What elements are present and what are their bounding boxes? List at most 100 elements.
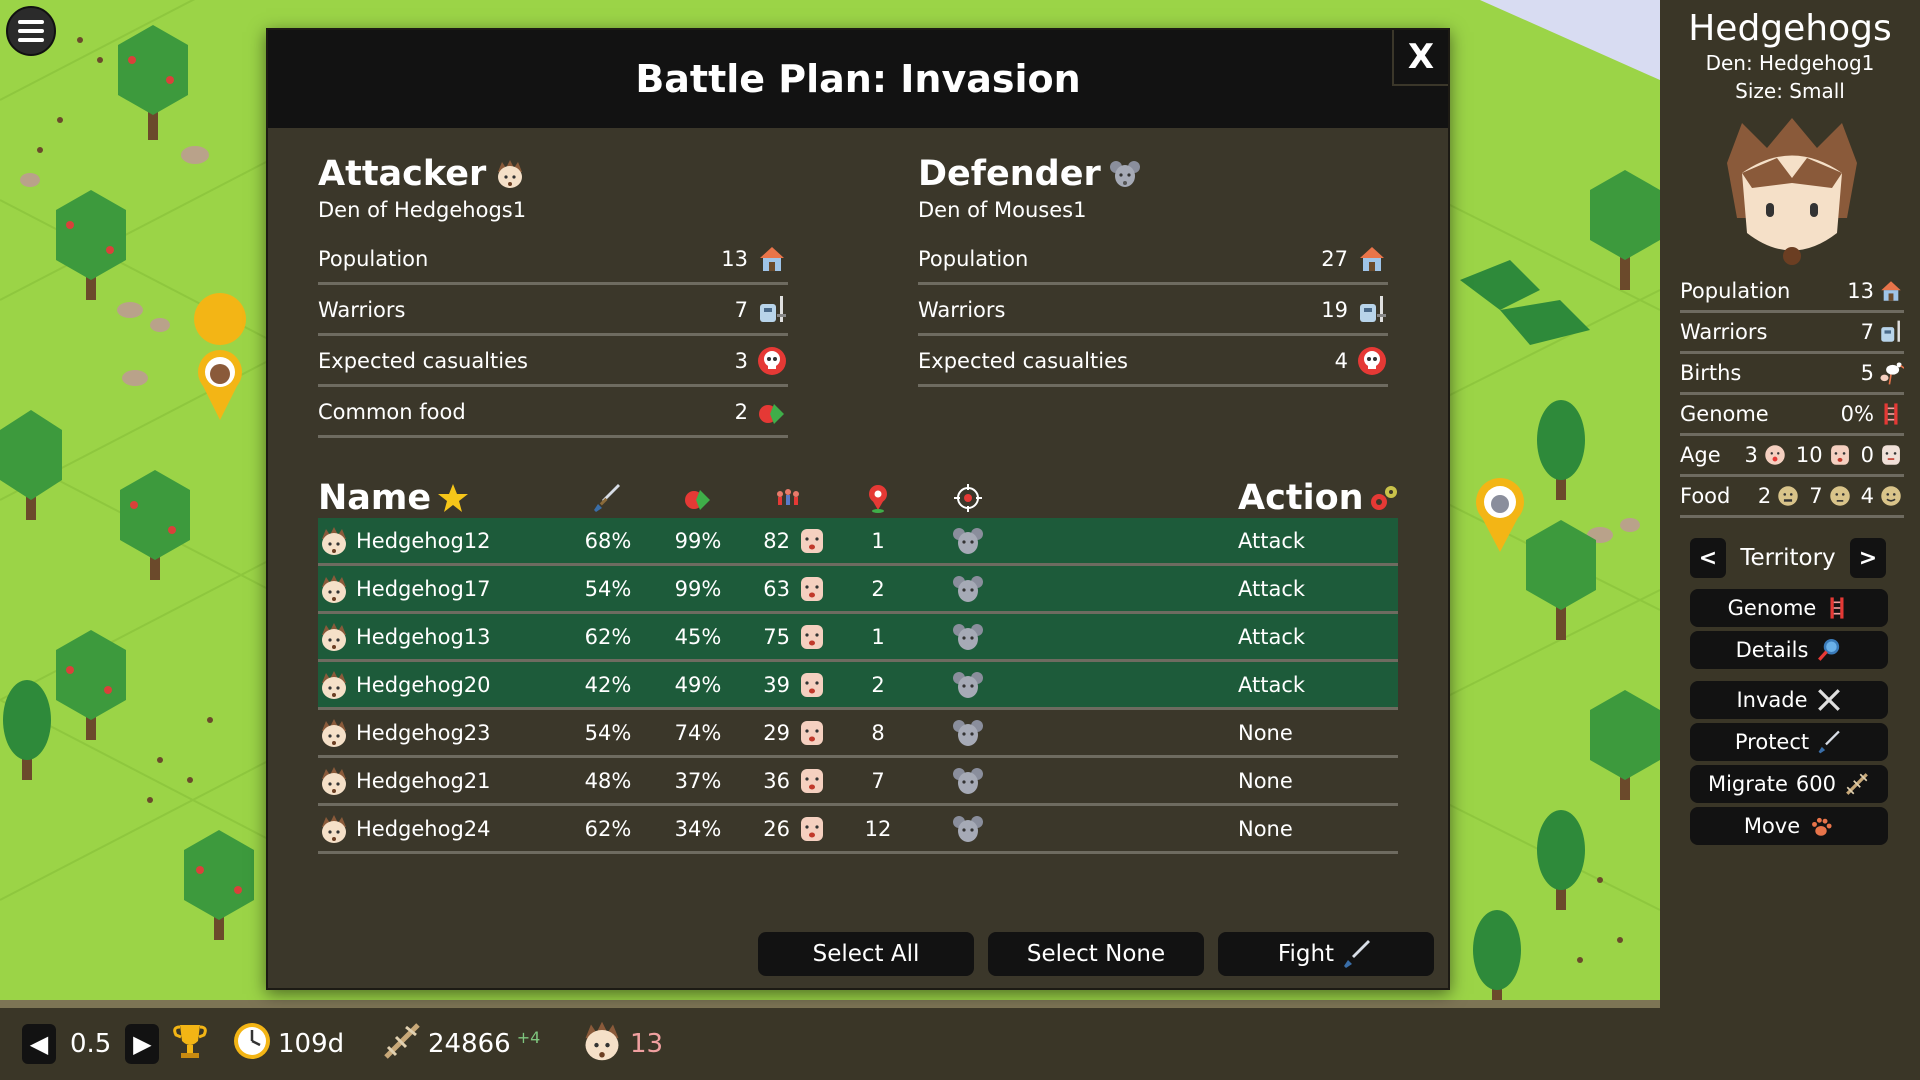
speed-up-button[interactable]: ▶ (125, 1024, 160, 1064)
defender-population-row: Population 27 (918, 236, 1388, 285)
target-icon (952, 482, 984, 514)
panel-den: Den: Hedgehog1 (1705, 51, 1875, 75)
defender-casualties-row: Expected casualties 4 (918, 338, 1388, 387)
sword-icon (592, 482, 624, 514)
face-icon (796, 621, 828, 653)
adult-face-icon (1827, 442, 1853, 468)
select-all-button[interactable]: Select All (758, 932, 974, 976)
attacker-den: Den of Hedgehogs1 (318, 198, 527, 222)
warrior-icon (756, 294, 788, 326)
speed-down-button[interactable]: ◀ (22, 1024, 56, 1064)
gears-icon (1368, 482, 1400, 514)
select-none-button[interactable]: Select None (988, 932, 1204, 976)
invade-button[interactable]: Invade (1690, 681, 1888, 719)
hedgehog-icon (318, 573, 350, 605)
hedgehog-icon (318, 765, 350, 797)
fed-face-icon (1878, 483, 1904, 509)
table-row[interactable]: Hedgehog24 62% 34% 26 12 None (318, 806, 1398, 854)
attacker-population-row: Population 13 (318, 236, 788, 285)
chevron-left-icon: ◀ (29, 1030, 49, 1058)
defender-title: Defender (918, 154, 1101, 194)
table-row[interactable]: Hedgehog21 48% 37% 36 7 None (318, 758, 1398, 806)
defender-den: Den of Mouses1 (918, 198, 1087, 222)
territory-prev-button[interactable]: < (1690, 538, 1726, 578)
hedgehog-icon (318, 813, 350, 845)
face-icon (796, 573, 828, 605)
panel-age-row: Age 3 10 0 (1680, 436, 1904, 477)
mouse-icon (952, 573, 984, 605)
mouse-icon (952, 525, 984, 557)
hedgehog-icon (318, 525, 350, 557)
dna-icon (1824, 595, 1850, 621)
crossed-swords-icon (1816, 687, 1842, 713)
face-icon (796, 525, 828, 557)
fight-button[interactable]: Fight (1218, 932, 1434, 976)
table-row[interactable]: Hedgehog23 54% 74% 29 8 None (318, 710, 1398, 758)
defender-warriors-row: Warriors 19 (918, 287, 1388, 336)
territory-label: Territory (1740, 545, 1836, 571)
star-icon (437, 482, 469, 514)
table-row[interactable]: Hedgehog12 68% 99% 82 1 Attack (318, 518, 1398, 566)
elder-face-icon (1878, 442, 1904, 468)
face-icon (796, 813, 828, 845)
table-row[interactable]: Hedgehog13 62% 45% 75 1 Attack (318, 614, 1398, 662)
food-icon (682, 482, 714, 514)
trophy-button[interactable] (172, 1008, 208, 1080)
skull-icon (756, 345, 788, 377)
panel-genome-row: Genome 0% (1680, 395, 1904, 436)
mouse-icon (952, 765, 984, 797)
panel-food-row: Food 2 7 4 (1680, 477, 1904, 518)
close-button[interactable]: X (1392, 30, 1448, 86)
table-row[interactable]: Hedgehog20 42% 49% 39 2 Attack (318, 662, 1398, 710)
location-pin-icon (862, 482, 894, 514)
panel-title: Hedgehogs (1688, 8, 1892, 49)
hamburger-icon (18, 20, 44, 24)
warrior-icon (1878, 319, 1904, 345)
genome-button[interactable]: Genome (1690, 589, 1888, 627)
chevron-right-icon: ▶ (133, 1030, 152, 1058)
main-menu-button[interactable] (6, 6, 56, 56)
magnifier-icon (1816, 637, 1842, 663)
trophy-icon (172, 1021, 208, 1068)
skull-icon (1356, 345, 1388, 377)
dna-points: 24866 +4 (382, 1008, 540, 1080)
hedgehog-icon (318, 669, 350, 701)
baby-face-icon (1762, 442, 1788, 468)
speed-value: 0.5 (70, 1029, 112, 1059)
hedgehog-icon (318, 717, 350, 749)
mouse-icon (952, 813, 984, 845)
dna-strand-icon (1844, 771, 1870, 797)
attacker-panel: Attacker Den of Hedgehogs1 Population 13… (318, 150, 788, 438)
attacker-food-row: Common food 2 (318, 389, 788, 438)
table-row[interactable]: Hedgehog17 54% 99% 63 2 Attack (318, 566, 1398, 614)
dialog-title: Battle Plan: Invasion (268, 30, 1448, 128)
paw-icon (1808, 813, 1834, 839)
migrate-button[interactable]: Migrate 600 (1690, 765, 1888, 803)
territory-next-button[interactable]: > (1849, 538, 1886, 578)
territory-selector: < Territory > (1690, 536, 1886, 580)
hedgehog-icon (580, 1019, 624, 1070)
bottom-status-bar: ◀ 0.5 ▶ 109d 24866 +4 13 (0, 1008, 1660, 1080)
species-count[interactable]: 13 (580, 1008, 663, 1080)
attacker-title: Attacker (318, 154, 487, 194)
hungry-face-icon (1775, 483, 1801, 509)
protect-button[interactable]: Protect (1690, 723, 1888, 761)
attacker-warriors-row: Warriors 7 (318, 287, 788, 336)
warriors-table: Hedgehog12 68% 99% 82 1 Attack Hedgehog1… (318, 518, 1398, 854)
family-icon (772, 482, 804, 514)
day-counter: 109d (232, 1008, 344, 1080)
battle-plan-dialog: Battle Plan: Invasion X Attacker Den of … (266, 28, 1450, 990)
den-info-panel: Hedgehogs Den: Hedgehog1 Size: Small Pop… (1660, 0, 1920, 1080)
move-button[interactable]: Move (1690, 807, 1888, 845)
face-icon (796, 669, 828, 701)
hedgehog-icon (318, 621, 350, 653)
dna-icon (1878, 401, 1904, 427)
defender-panel: Defender Den of Mouses1 Population 27 Wa… (918, 150, 1388, 387)
hedgehog-portrait (1722, 118, 1862, 268)
mouse-icon (952, 621, 984, 653)
details-button[interactable]: Details (1690, 631, 1888, 669)
speed-control: ◀ 0.5 ▶ (22, 1008, 160, 1080)
mouse-icon (952, 717, 984, 749)
attacker-casualties-row: Expected casualties 3 (318, 338, 788, 387)
dna-icon (382, 1021, 422, 1068)
